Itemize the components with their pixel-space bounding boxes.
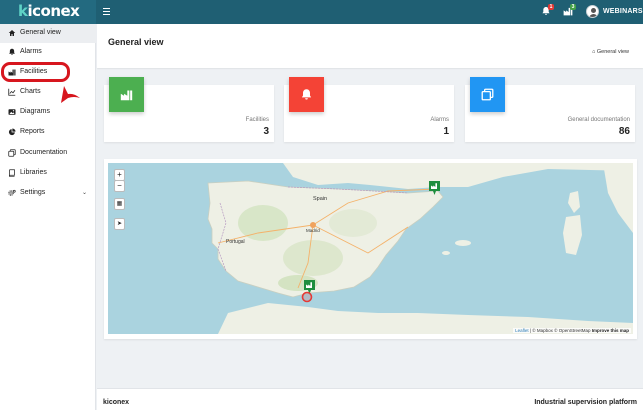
page-header: General view ⌂ General view <box>97 24 643 68</box>
sidebar-item-alarms[interactable]: Alarms <box>0 43 96 62</box>
sidebar-item-libraries[interactable]: Libraries <box>0 164 96 183</box>
card-value: 1 <box>443 126 449 137</box>
card-value: 3 <box>263 126 269 137</box>
map-label-madrid: Madrid <box>306 228 320 233</box>
sidebar-item-reports[interactable]: Reports <box>0 123 96 142</box>
app-logo-text: iconex <box>27 2 80 20</box>
map-attribution: Leaflet | © Mapbox © OpenStreetMap Impro… <box>513 328 631 333</box>
facilities-map[interactable]: Spain Portugal Madrid + − ▦ ➤ Leaflet | … <box>108 163 633 334</box>
annotation-arrow-icon <box>61 86 80 103</box>
sidebar-item-label: Documentation <box>20 149 68 156</box>
gear-icon <box>8 189 16 196</box>
alarms-card[interactable]: Alarms 1 <box>284 77 454 142</box>
map-tiles <box>207 163 633 334</box>
zoom-out-button[interactable]: − <box>114 180 125 192</box>
sidebar-item-label: Charts <box>20 88 41 95</box>
top-bar: kiconex 1 3 WEBINARS <box>0 0 643 24</box>
home-icon <box>8 30 16 36</box>
chevron-down-icon: ⌄ <box>82 190 88 196</box>
bell-icon <box>9 48 15 56</box>
alarms-tile <box>289 77 324 112</box>
sidebar-item-label: Settings <box>20 189 46 196</box>
facility-marker-icon[interactable] <box>429 181 440 196</box>
logo-area: kiconex <box>0 0 96 24</box>
pie-chart-icon <box>8 128 16 136</box>
facilities-highlight-ring <box>1 62 70 82</box>
menu-toggle-button[interactable] <box>103 8 110 16</box>
locate-icon[interactable]: ➤ <box>114 218 125 230</box>
bell-icon <box>301 89 312 100</box>
improve-map-link[interactable]: Improve this map <box>592 328 629 333</box>
fit-bounds-icon[interactable]: ▦ <box>114 198 125 210</box>
map-label-portugal: Portugal <box>226 239 245 245</box>
sidebar-item-label: General view <box>20 29 61 36</box>
breadcrumb-item[interactable]: General view <box>597 49 629 55</box>
card-caption: Facilities <box>245 117 269 123</box>
mapbox-credit[interactable]: © Mapbox <box>532 328 553 333</box>
card-caption: Alarms <box>430 117 449 123</box>
user-name[interactable]: WEBINARS <box>603 8 643 15</box>
sidebar-item-settings[interactable]: Settings ⌄ <box>0 184 96 203</box>
footer: kiconex Industrial supervision platform <box>97 388 643 410</box>
book-icon <box>9 169 15 177</box>
sidebar-item-documentation[interactable]: Documentation <box>0 144 96 163</box>
map-panel: Spain Portugal Madrid + − ▦ ➤ Leaflet | … <box>104 159 637 339</box>
documentation-card[interactable]: General documentation 86 <box>465 77 635 142</box>
line-chart-icon <box>8 88 16 96</box>
home-icon[interactable]: ⌂ <box>592 49 595 55</box>
facility-count-badge: 3 <box>570 4 576 10</box>
alarm-marker-icon[interactable] <box>301 291 313 303</box>
map-label-spain: Spain <box>313 196 328 202</box>
documentation-tile <box>470 77 505 112</box>
facilities-card[interactable]: Facilities 3 <box>104 77 274 142</box>
osm-credit[interactable]: © OpenStreetMap <box>554 328 590 333</box>
page-title: General view <box>108 37 164 47</box>
image-icon <box>8 109 16 115</box>
alarm-count-badge: 1 <box>548 4 554 10</box>
copy-icon <box>8 149 16 157</box>
avatar[interactable] <box>586 5 599 18</box>
footer-brand: kiconex <box>103 399 130 406</box>
app-logo[interactable]: kiconex <box>18 2 80 20</box>
card-caption: General documentation <box>567 117 630 123</box>
sidebar-item-label: Diagrams <box>20 108 50 115</box>
footer-tagline: Industrial supervision platform <box>534 399 637 406</box>
sidebar-item-label: Reports <box>20 128 45 135</box>
breadcrumb: ⌂ General view <box>592 49 629 55</box>
copy-icon <box>481 88 494 101</box>
facilities-tile <box>109 77 144 112</box>
sidebar-item-label: Libraries <box>20 169 47 176</box>
sidebar-item-general-view[interactable]: General view <box>0 24 96 43</box>
card-value: 86 <box>618 126 630 137</box>
leaflet-link[interactable]: Leaflet <box>515 328 529 333</box>
sidebar-item-label: Alarms <box>20 48 42 55</box>
factory-icon <box>120 90 133 101</box>
